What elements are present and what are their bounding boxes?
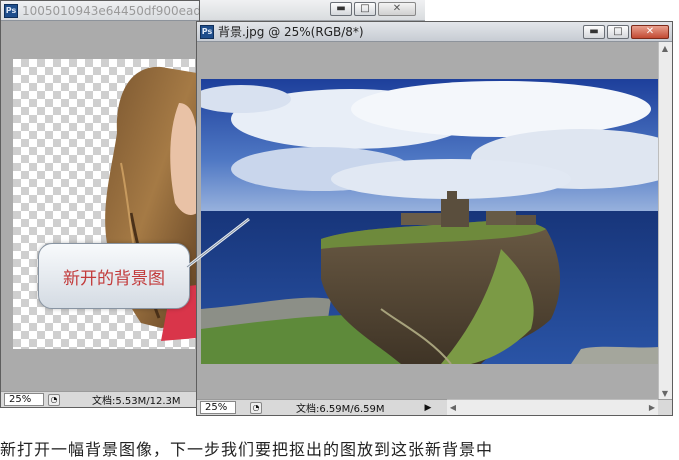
scroll-right-arrow-icon[interactable]: ▶ bbox=[646, 401, 658, 413]
tutorial-caption: 新打开一幅背景图像，下一步我们要把抠出的图放到这张新背景中 bbox=[0, 440, 494, 459]
zoom-field[interactable]: 25% bbox=[200, 401, 236, 414]
vertical-scrollbar[interactable]: ▲ ▼ bbox=[658, 42, 672, 399]
callout-pointer-line bbox=[186, 217, 250, 269]
back-window-controls: ▬ □ ✕ bbox=[330, 2, 416, 16]
close-button[interactable]: ✕ bbox=[378, 2, 416, 16]
ps-icon: Ps bbox=[4, 3, 18, 18]
zoom-icon[interactable]: ◔ bbox=[250, 401, 262, 414]
zoom-icon[interactable]: ◔ bbox=[48, 393, 60, 406]
close-button[interactable]: ✕ bbox=[631, 24, 669, 39]
minimize-button[interactable]: ▬ bbox=[330, 2, 352, 16]
document-size-info[interactable]: 文档:6.59M/6.59M bbox=[296, 400, 385, 415]
back-status-bar: 25% ◔ 文档:5.53M/12.3M bbox=[1, 391, 199, 407]
annotation-callout: 新开的背景图 bbox=[38, 243, 190, 309]
back-window-title: 1005010943e64450df900ead19.jpg @ 25% (背景… bbox=[22, 4, 199, 18]
scroll-down-arrow-icon[interactable]: ▼ bbox=[659, 387, 671, 399]
scroll-left-arrow-icon[interactable]: ◀ bbox=[447, 401, 459, 413]
callout-label: 新开的背景图 bbox=[63, 268, 165, 289]
restore-button[interactable]: □ bbox=[607, 24, 629, 39]
ps-icon: Ps bbox=[200, 24, 214, 39]
minimize-button[interactable]: ▬ bbox=[583, 24, 605, 39]
status-menu-arrow-icon[interactable]: ▶ bbox=[425, 403, 432, 413]
back-window-titlebar[interactable]: Ps 1005010943e64450df900ead19.jpg @ 25% … bbox=[1, 1, 199, 21]
scroll-up-arrow-icon[interactable]: ▲ bbox=[659, 42, 671, 54]
front-window-titlebar[interactable]: Ps 背景.jpg @ 25%(RGB/8*) ▬ □ ✕ bbox=[197, 22, 672, 42]
zoom-field[interactable]: 25% bbox=[4, 393, 44, 406]
restore-button[interactable]: □ bbox=[354, 2, 376, 16]
front-document-window[interactable]: Ps 背景.jpg @ 25%(RGB/8*) ▬ □ ✕ ▲ ▼ 25% ◔ … bbox=[196, 21, 673, 416]
back-document-window[interactable]: Ps 1005010943e64450df900ead19.jpg @ 25% … bbox=[0, 0, 200, 408]
front-window-title: 背景.jpg @ 25%(RGB/8*) bbox=[218, 25, 364, 39]
landscape-image[interactable] bbox=[201, 79, 659, 364]
horizontal-scrollbar[interactable]: ◀ ▶ bbox=[447, 399, 658, 415]
document-size-info[interactable]: 文档:5.53M/12.3M bbox=[92, 392, 181, 407]
